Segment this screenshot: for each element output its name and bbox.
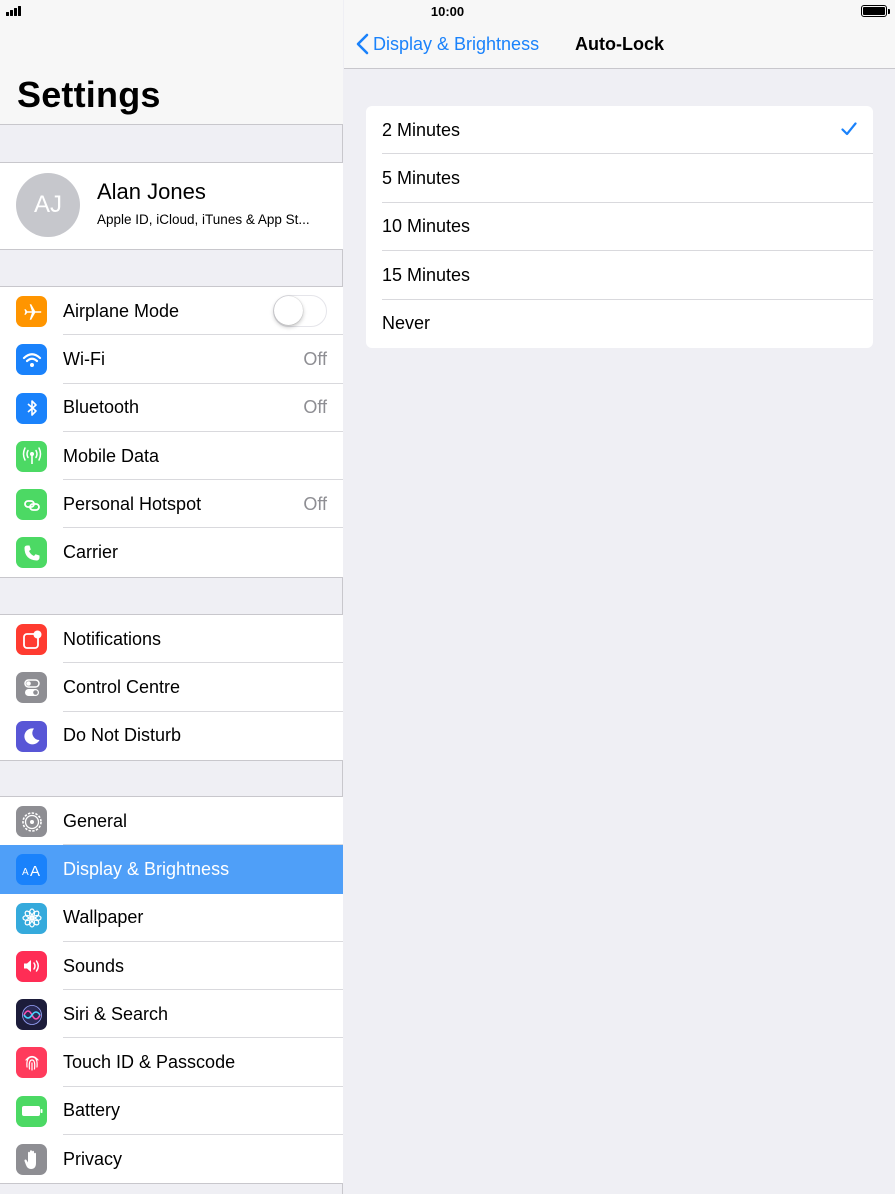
notifications-icon	[16, 624, 47, 655]
phone-icon	[16, 537, 47, 569]
sidebar-item-label: Sounds	[63, 955, 125, 976]
sidebar-item-label: Privacy	[63, 1148, 123, 1169]
option-2-minutes[interactable]: 2 Minutes	[366, 106, 873, 155]
text-size-icon: AA	[16, 854, 47, 886]
checkmark-icon	[841, 122, 857, 136]
sidebar-item-carrier[interactable]: Carrier	[0, 528, 343, 576]
master-panel: Settings AJ Alan Jones Apple ID, iCloud,…	[0, 0, 343, 1194]
option-label: 2 Minutes	[382, 119, 461, 140]
notifications-group: Notifications Control Centre Do Not Dist…	[0, 614, 343, 761]
hand-icon	[16, 1144, 47, 1176]
sidebar-item-label: Siri & Search	[63, 1003, 169, 1024]
general-group: General AA Display & Brightness Wallpape…	[0, 796, 343, 1185]
option-10-minutes[interactable]: 10 Minutes	[366, 203, 873, 252]
antenna-icon	[16, 440, 47, 472]
bluetooth-icon	[16, 392, 47, 424]
sidebar-item-label: Personal Hotspot	[63, 493, 202, 514]
sidebar-item-sounds[interactable]: Sounds	[0, 942, 343, 991]
battery-status-icon	[861, 5, 890, 17]
profile-subtitle: Apple ID, iCloud, iTunes & App St...	[97, 212, 310, 227]
sidebar-item-siri-search[interactable]: Siri & Search	[0, 990, 343, 1039]
control-centre-icon	[16, 672, 47, 704]
connectivity-group: Airplane Mode Wi-Fi Off Bluetooth Off Mo…	[0, 286, 343, 578]
sidebar-item-label: Mobile Data	[63, 445, 160, 466]
sidebar-item-label: Bluetooth	[63, 397, 140, 418]
option-label: 5 Minutes	[382, 168, 461, 189]
back-button[interactable]: Display & Brightness	[356, 33, 539, 55]
profile-name: Alan Jones	[97, 179, 206, 204]
airplane-mode-toggle[interactable]	[273, 295, 327, 327]
sidebar-item-label: Touch ID & Passcode	[63, 1052, 236, 1073]
avatar: AJ	[16, 173, 80, 237]
chevron-left-icon	[356, 33, 369, 55]
siri-icon	[16, 999, 47, 1031]
gear-icon	[16, 806, 47, 837]
sidebar-item-label: Wallpaper	[63, 907, 144, 928]
fingerprint-icon	[16, 1047, 47, 1079]
sidebar-item-control-centre[interactable]: Control Centre	[0, 663, 343, 712]
profile-group: AJ Alan Jones Apple ID, iCloud, iTunes &…	[0, 162, 343, 250]
sidebar-item-notifications[interactable]: Notifications	[0, 615, 343, 664]
sidebar-item-wallpaper[interactable]: Wallpaper	[0, 894, 343, 942]
apple-id-profile[interactable]: AJ Alan Jones Apple ID, iCloud, iTunes &…	[0, 163, 343, 249]
airplane-icon	[16, 296, 47, 327]
flower-icon	[16, 902, 47, 934]
sidebar-item-label: Wi-Fi	[63, 348, 105, 369]
battery-icon	[16, 1095, 47, 1127]
sidebar-item-label: Carrier	[63, 542, 119, 563]
back-button-label: Display & Brightness	[373, 33, 540, 54]
sidebar-item-airplane-mode[interactable]: Airplane Mode	[0, 287, 343, 336]
option-5-minutes[interactable]: 5 Minutes	[366, 154, 873, 203]
option-label: Never	[382, 313, 431, 334]
sidebar-item-battery[interactable]: Battery	[0, 1087, 343, 1136]
option-label: 15 Minutes	[382, 264, 471, 285]
sidebar-item-personal-hotspot[interactable]: Personal Hotspot Off	[0, 480, 343, 529]
sidebar-item-touch-id-passcode[interactable]: Touch ID & Passcode	[0, 1038, 343, 1087]
sidebar-item-label: Display & Brightness	[63, 858, 230, 879]
sidebar-item-bluetooth[interactable]: Bluetooth Off	[0, 384, 343, 432]
sidebar-item-display-brightness[interactable]: AA Display & Brightness	[0, 845, 343, 894]
wifi-status: Off	[303, 348, 327, 369]
sidebar-item-label: Airplane Mode	[63, 300, 180, 321]
sidebar-item-mobile-data[interactable]: Mobile Data	[0, 432, 343, 481]
sidebar-item-label: Control Centre	[63, 676, 181, 697]
moon-icon	[16, 720, 47, 752]
speaker-icon	[16, 950, 47, 982]
sidebar-item-label: General	[63, 810, 128, 831]
sidebar-item-label: Battery	[63, 1100, 121, 1121]
wifi-icon	[16, 344, 47, 376]
sidebar-item-label: Do Not Disturb	[63, 725, 182, 746]
status-bar: 10:00	[0, 0, 895, 24]
sidebar-item-wifi[interactable]: Wi-Fi Off	[0, 335, 343, 384]
sidebar-item-privacy[interactable]: Privacy	[0, 1135, 343, 1183]
sidebar-item-general[interactable]: General	[0, 797, 343, 846]
hotspot-icon	[16, 489, 47, 521]
svg-text:A: A	[30, 863, 40, 878]
option-15-minutes[interactable]: 15 Minutes	[366, 251, 873, 300]
sidebar-item-do-not-disturb[interactable]: Do Not Disturb	[0, 712, 343, 760]
status-time: 10:00	[430, 4, 465, 19]
page-title: Settings	[17, 74, 161, 115]
detail-title: Auto-Lock	[575, 34, 664, 54]
bluetooth-status: Off	[303, 397, 327, 418]
auto-lock-options: 2 Minutes 5 Minutes 10 Minutes 15 Minute…	[366, 106, 873, 348]
hotspot-status: Off	[303, 493, 327, 514]
svg-text:A: A	[22, 867, 29, 878]
sidebar-item-label: Notifications	[63, 628, 162, 649]
option-label: 10 Minutes	[382, 216, 471, 237]
option-never[interactable]: Never	[366, 300, 873, 348]
